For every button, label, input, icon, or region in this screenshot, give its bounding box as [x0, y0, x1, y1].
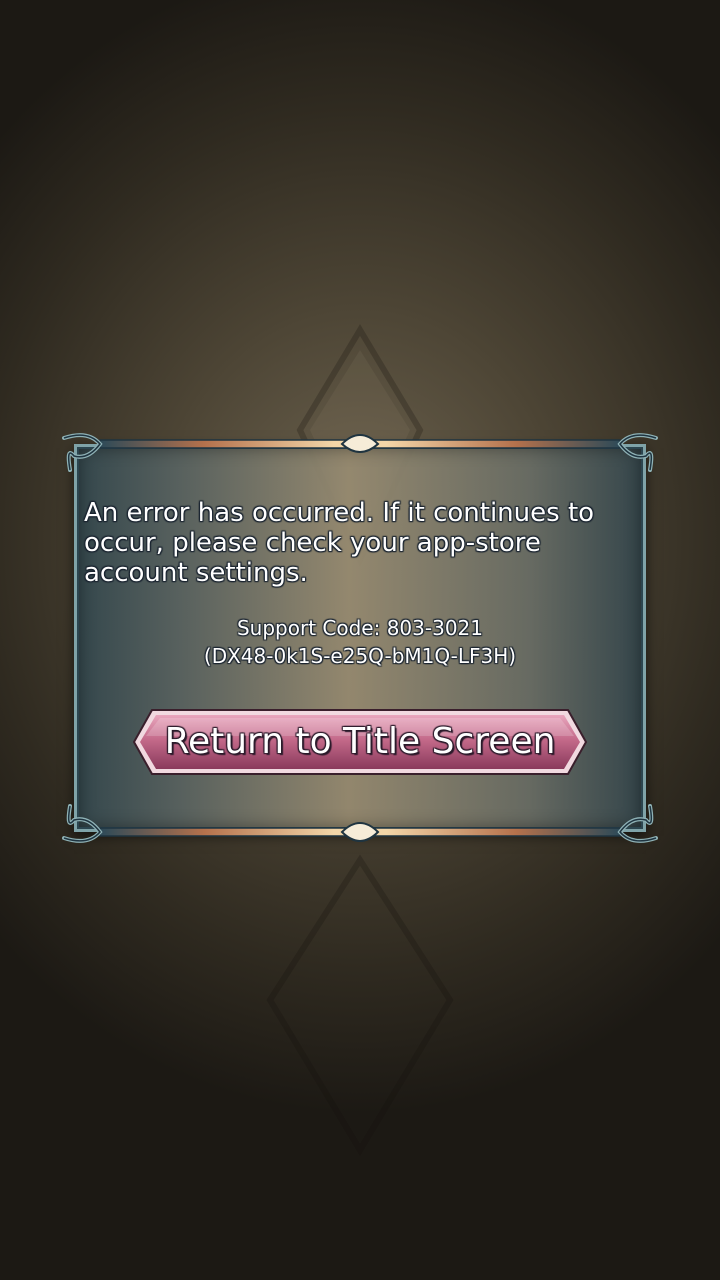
- error-message: An error has occurred. If it continues t…: [84, 498, 595, 588]
- support-detail-code: (DX48-0k1S-e25Q-bM1Q-LF3H): [203, 644, 517, 668]
- return-to-title-button[interactable]: Return to Title Screen: [130, 706, 590, 778]
- support-info: Support Code: 803-3021 (DX48-0k1S-e25Q-b…: [66, 614, 654, 670]
- return-button-label: Return to Title Screen: [164, 721, 556, 762]
- error-dialog: An error has occurred. If it continues t…: [62, 433, 658, 843]
- support-code: Support Code: 803-3021: [236, 616, 483, 640]
